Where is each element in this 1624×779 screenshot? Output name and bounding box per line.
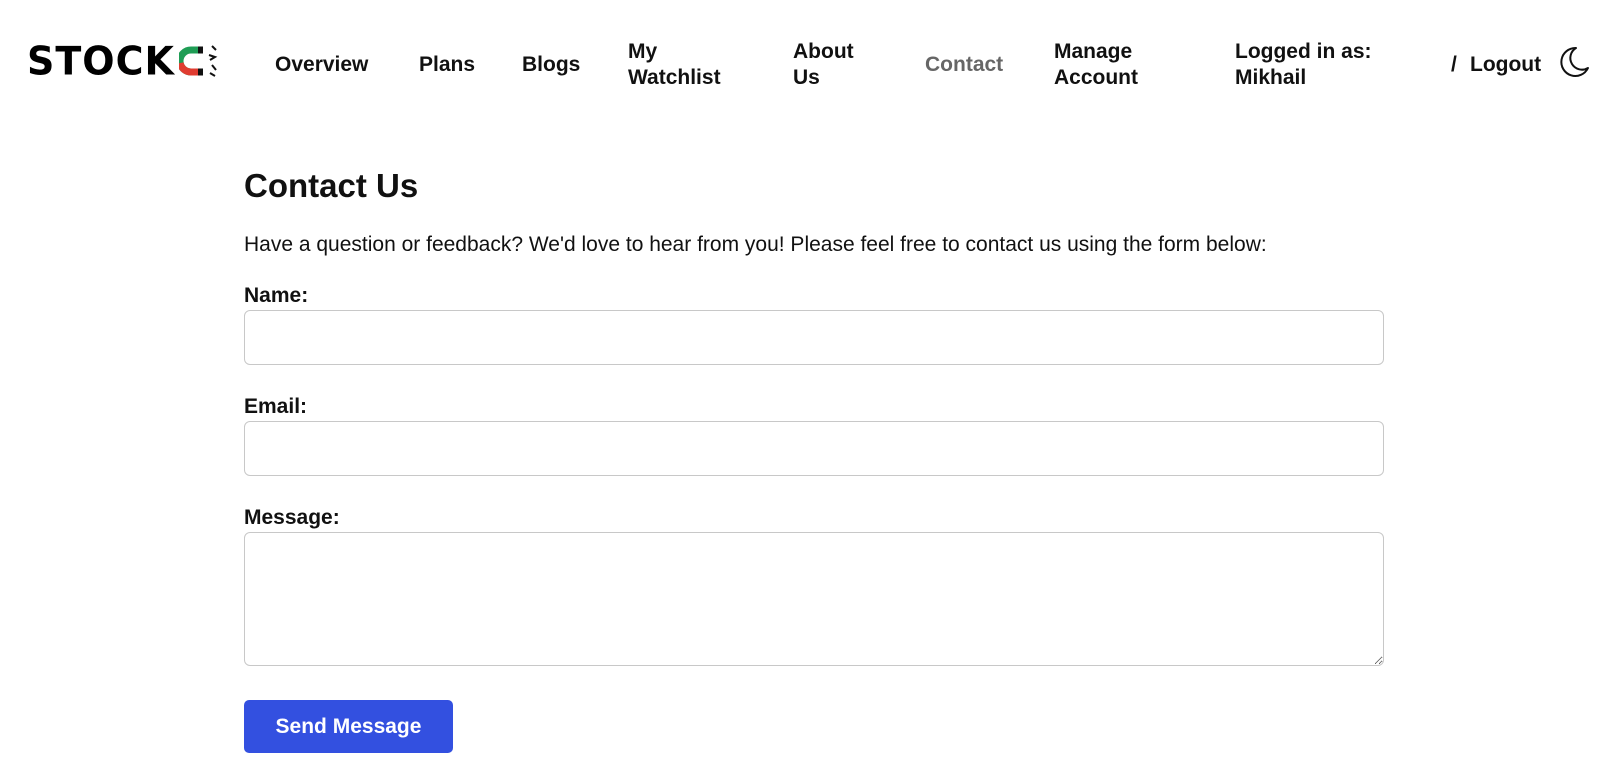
send-message-button[interactable]: Send Message: [244, 700, 453, 753]
message-textarea[interactable]: [244, 532, 1384, 666]
contact-intro-text: Have a question or feedback? We'd love t…: [244, 233, 1267, 256]
page-title: Contact Us: [244, 167, 419, 204]
name-input[interactable]: [244, 310, 1384, 365]
logged-in-user-label: Logged in as: Mikhail: [1235, 40, 1372, 89]
nav-overview[interactable]: Overview: [275, 52, 368, 78]
message-label: Message:: [244, 506, 340, 529]
contact-section: Contact Us Have a question or feedback? …: [244, 166, 1384, 753]
nav-my-watchlist[interactable]: My Watchlist: [628, 39, 748, 91]
nav-plans[interactable]: Plans: [419, 52, 475, 78]
email-input[interactable]: [244, 421, 1384, 476]
logout-link[interactable]: Logout: [1470, 52, 1541, 78]
nav-contact[interactable]: Contact: [925, 52, 1003, 78]
site-header: STOCK Overview Plans Blogs My Watchlist …: [0, 0, 1624, 130]
moon-icon[interactable]: [1556, 44, 1592, 80]
nav-about-us[interactable]: About Us: [793, 39, 883, 91]
nav-blogs[interactable]: Blogs: [522, 52, 580, 78]
email-label: Email:: [244, 395, 308, 418]
stock-logo[interactable]: STOCK: [27, 42, 221, 80]
name-label: Name:: [244, 284, 309, 307]
magnet-icon: [178, 45, 218, 77]
logo-text: STOCK: [27, 38, 175, 84]
nav-manage-account[interactable]: Manage Account: [1054, 39, 1164, 91]
nav-separator: /: [1451, 53, 1457, 76]
contact-form: Name: Email: Message: Send Message: [244, 284, 1384, 753]
